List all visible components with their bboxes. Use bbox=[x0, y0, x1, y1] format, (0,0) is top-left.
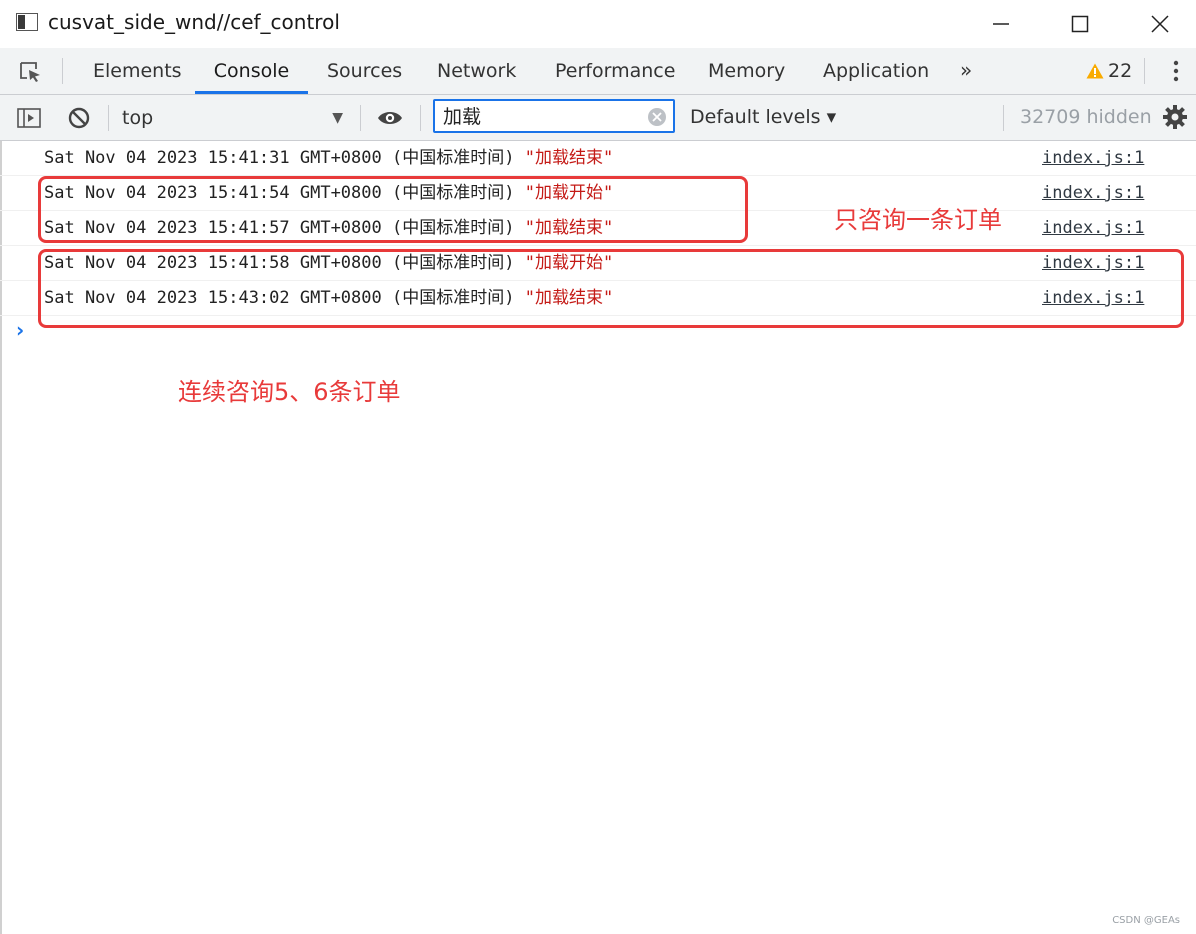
toolbar-separator bbox=[108, 105, 109, 131]
console-message: Sat Nov 04 2023 15:41:31 GMT+0800 (中国标准时… bbox=[0, 141, 1196, 176]
tab-separator bbox=[1144, 58, 1145, 84]
console-filter-input[interactable]: 加载 bbox=[433, 99, 675, 133]
clear-console-icon[interactable] bbox=[66, 105, 92, 131]
watermark: CSDN @GEAs bbox=[1112, 915, 1180, 926]
tab-performance[interactable]: Performance bbox=[551, 48, 679, 94]
customize-menu-icon[interactable] bbox=[1166, 58, 1186, 84]
window-title-bar: cusvat_side_wnd//cef_control bbox=[0, 0, 1196, 48]
window-title: cusvat_side_wnd//cef_control bbox=[48, 10, 340, 34]
clear-filter-icon[interactable] bbox=[647, 107, 667, 127]
toolbar-separator bbox=[1003, 105, 1004, 131]
close-button[interactable] bbox=[1137, 6, 1183, 42]
message-text: Sat Nov 04 2023 15:41:31 GMT+0800 (中国标准时… bbox=[44, 141, 613, 175]
tab-sources[interactable]: Sources bbox=[323, 48, 406, 94]
annotation-box-single bbox=[38, 176, 748, 243]
maximize-button[interactable] bbox=[1057, 6, 1103, 42]
source-link[interactable]: index.js:1 bbox=[1042, 141, 1144, 175]
toolbar-separator bbox=[420, 105, 421, 131]
toolbar-separator bbox=[360, 105, 361, 131]
filter-value: 加载 bbox=[443, 106, 482, 128]
devtools-tab-bar: Elements Console Sources Network Perform… bbox=[0, 48, 1196, 95]
inspect-element-icon[interactable] bbox=[18, 60, 44, 84]
console-prompt[interactable]: › bbox=[16, 318, 24, 342]
annotation-box-multiple bbox=[38, 249, 1184, 328]
dropdown-arrow-icon: ▼ bbox=[332, 110, 343, 126]
tab-elements[interactable]: Elements bbox=[89, 48, 186, 94]
annotation-note-single: 只咨询一条订单 bbox=[834, 206, 1002, 234]
hidden-messages-count: 32709 hidden bbox=[1020, 106, 1152, 128]
context-value: top bbox=[122, 107, 154, 129]
source-link[interactable]: index.js:1 bbox=[1042, 176, 1144, 210]
minimize-icon bbox=[993, 23, 1009, 25]
maximize-icon bbox=[1071, 15, 1089, 33]
settings-gear-icon[interactable] bbox=[1162, 104, 1188, 130]
tab-console[interactable]: Console bbox=[195, 48, 308, 94]
close-icon bbox=[1151, 15, 1169, 33]
more-tabs-button[interactable]: » bbox=[960, 48, 972, 94]
show-sidebar-icon[interactable] bbox=[16, 105, 42, 131]
message-string: "加载结束" bbox=[524, 148, 614, 168]
tab-separator bbox=[62, 58, 63, 84]
context-selector[interactable]: top ▼ bbox=[122, 103, 347, 133]
warning-count: 22 bbox=[1108, 60, 1133, 82]
tab-network[interactable]: Network bbox=[433, 48, 520, 94]
log-levels-dropdown[interactable]: Default levels ▾ bbox=[690, 95, 836, 140]
live-expression-eye-icon[interactable] bbox=[377, 105, 403, 131]
annotation-note-multiple: 连续咨询5、6条订单 bbox=[178, 378, 401, 406]
minimize-button[interactable] bbox=[978, 6, 1024, 42]
warnings-counter[interactable]: 22 bbox=[1086, 48, 1132, 94]
warning-triangle-icon bbox=[1086, 63, 1104, 79]
app-window-icon bbox=[16, 13, 38, 31]
tab-application[interactable]: Application bbox=[819, 48, 933, 94]
source-link[interactable]: index.js:1 bbox=[1042, 211, 1144, 245]
message-date: Sat Nov 04 2023 15:41:31 GMT+0800 (中国标准时… bbox=[44, 148, 525, 168]
tab-memory[interactable]: Memory bbox=[704, 48, 789, 94]
console-toolbar: top ▼ 加载 Default levels ▾ 32709 hidden bbox=[0, 95, 1196, 141]
